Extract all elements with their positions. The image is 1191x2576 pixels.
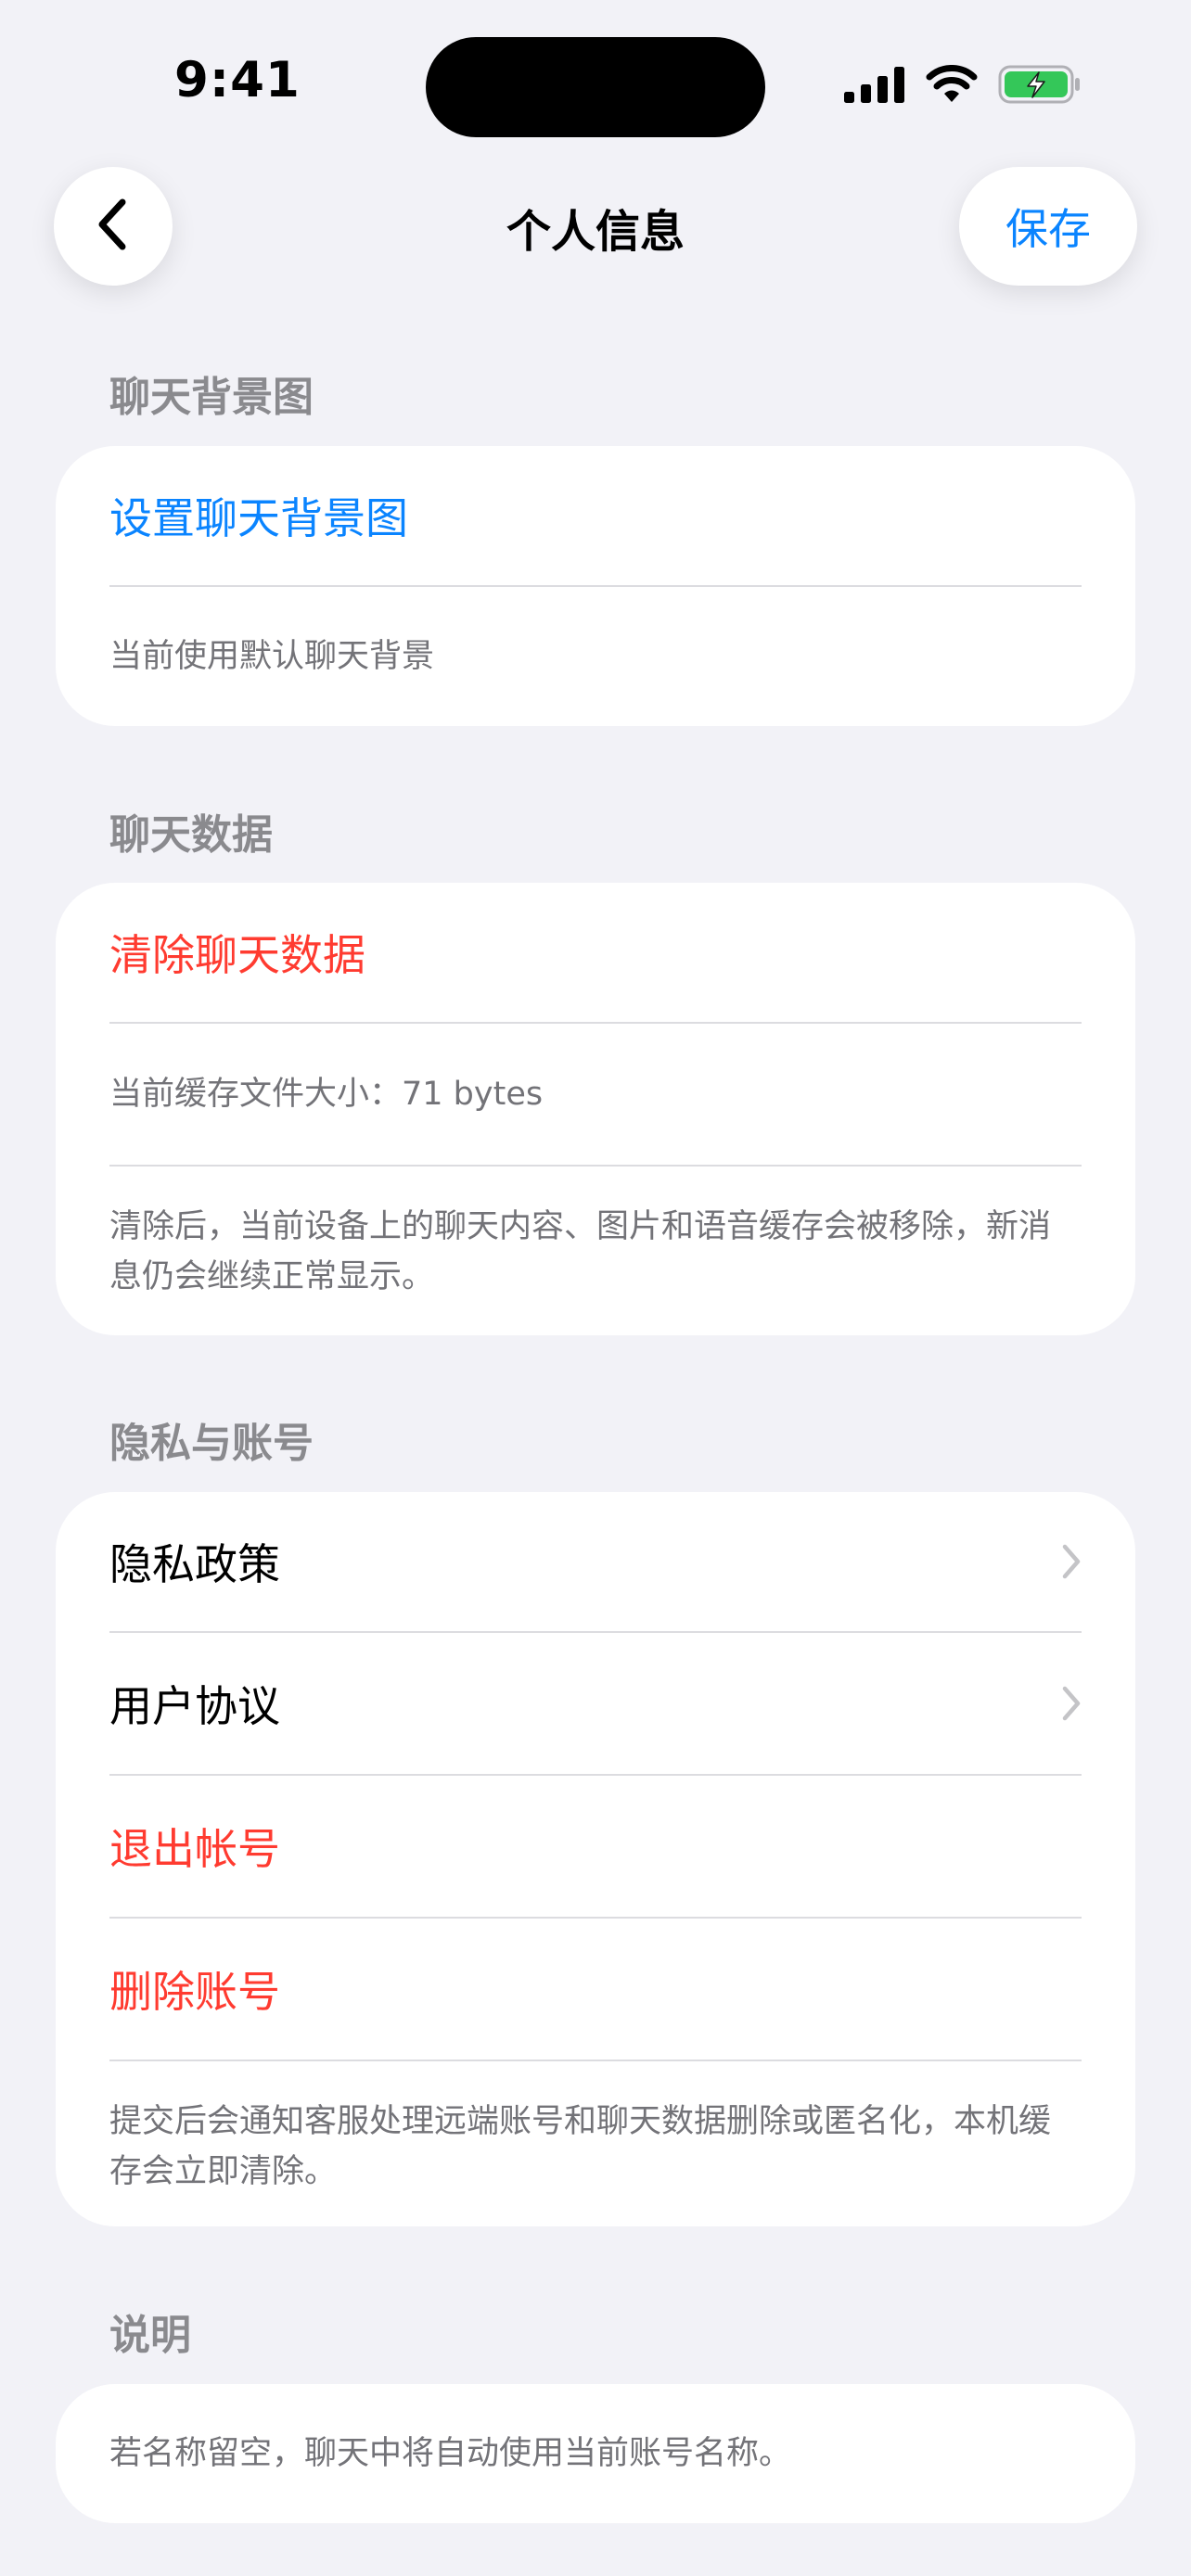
delete-note-row: 提交后会通知客服处理远端账号和聊天数据删除或匿名化，本机缓存会立即清除。 <box>109 2060 1082 2226</box>
set-chat-background-label: 设置聊天背景图 <box>109 493 408 543</box>
delete-account-label: 删除账号 <box>109 1967 280 2017</box>
section-header-chat-background: 聊天背景图 <box>109 374 314 421</box>
explanation-row: 若名称留空，聊天中将自动使用当前账号名称。 <box>109 2384 1082 2523</box>
section-header-chat-data: 聊天数据 <box>109 811 273 859</box>
current-background-note-row: 当前使用默认聊天背景 <box>109 585 1082 726</box>
privacy-account-card: 隐私政策 用户协议 退出帐号 删除账号 提交后会通知客服处理远端账号和聊天数据删… <box>56 1492 1135 2226</box>
cellular-signal-icon <box>844 66 905 107</box>
cache-size-text: 当前缓存文件大小：71 bytes <box>109 1076 544 1113</box>
dynamic-island <box>426 37 765 137</box>
navigation-bar: 个人信息 保存 <box>0 158 1191 297</box>
status-bar: 9:41 <box>0 0 1191 158</box>
status-icons <box>844 65 1082 108</box>
delete-account-note: 提交后会通知客服处理远端账号和聊天数据删除或匿名化，本机缓存会立即清除。 <box>109 2103 1052 2190</box>
clear-chat-data-row[interactable]: 清除聊天数据 <box>109 883 1082 1022</box>
delete-account-row[interactable]: 删除账号 <box>109 1917 1082 2060</box>
chat-data-card: 清除聊天数据 当前缓存文件大小：71 bytes 清除后，当前设备上的聊天内容、… <box>56 883 1135 1335</box>
user-agreement-row[interactable]: 用户协议 <box>109 1631 1082 1774</box>
logout-label: 退出帐号 <box>109 1824 280 1874</box>
explanation-note: 若名称留空，聊天中将自动使用当前账号名称。 <box>109 2435 792 2472</box>
privacy-policy-label: 隐私政策 <box>109 1539 280 1589</box>
wifi-icon <box>926 65 978 108</box>
user-agreement-label: 用户协议 <box>109 1681 280 1731</box>
chevron-right-icon <box>1061 1685 1082 1722</box>
privacy-policy-row[interactable]: 隐私政策 <box>109 1492 1082 1631</box>
section-header-explanation: 说明 <box>109 2312 191 2359</box>
chevron-right-icon <box>1061 1543 1082 1580</box>
save-button[interactable]: 保存 <box>959 167 1137 286</box>
current-background-note: 当前使用默认聊天背景 <box>109 638 435 675</box>
cache-size-row: 当前缓存文件大小：71 bytes <box>109 1022 1082 1165</box>
clear-chat-data-label: 清除聊天数据 <box>109 930 365 980</box>
explanation-card: 若名称留空，聊天中将自动使用当前账号名称。 <box>56 2384 1135 2523</box>
clear-data-note: 清除后，当前设备上的聊天内容、图片和语音缓存会被移除，新消息仍会继续正常显示。 <box>109 1208 1052 1295</box>
status-time: 9:41 <box>174 52 301 108</box>
set-chat-background-row[interactable]: 设置聊天背景图 <box>109 446 1082 585</box>
section-header-privacy-account: 隐私与账号 <box>109 1420 314 1467</box>
battery-charging-icon <box>998 65 1082 108</box>
chat-background-card: 设置聊天背景图 当前使用默认聊天背景 <box>56 446 1135 726</box>
logout-row[interactable]: 退出帐号 <box>109 1774 1082 1917</box>
clear-note-row: 清除后，当前设备上的聊天内容、图片和语音缓存会被移除，新消息仍会继续正常显示。 <box>109 1165 1082 1335</box>
